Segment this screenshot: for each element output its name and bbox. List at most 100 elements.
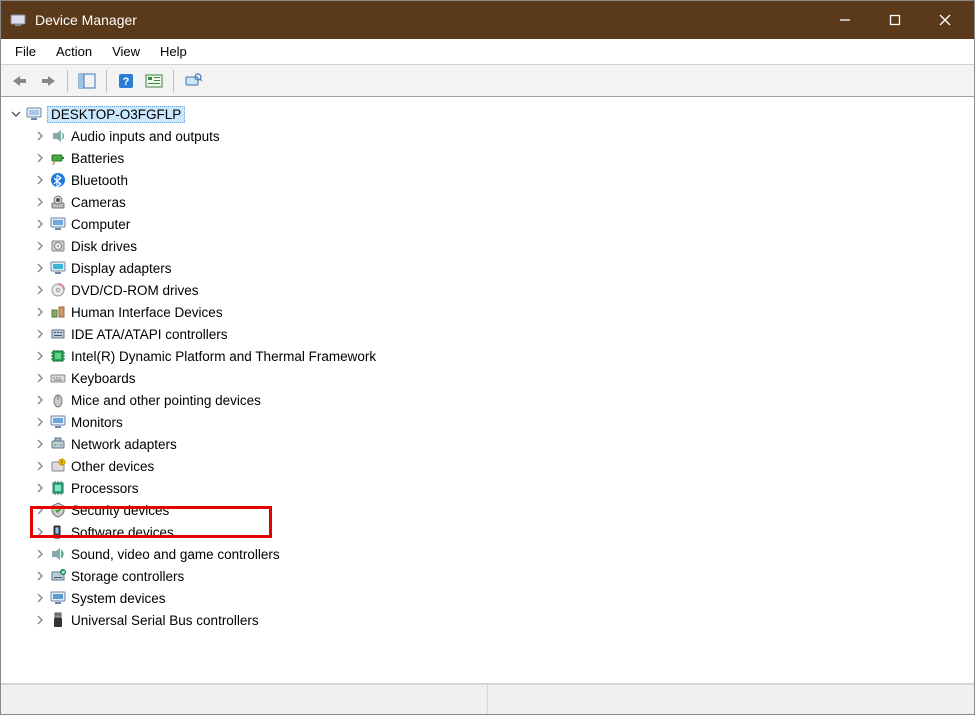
expander-closed-icon[interactable] [33,283,47,297]
security-icon [49,501,67,519]
expander-closed-icon[interactable] [33,173,47,187]
expander-closed-icon[interactable] [33,481,47,495]
forward-arrow-icon [39,74,57,88]
menu-help[interactable]: Help [150,41,197,62]
tree-root-label: DESKTOP-O3FGFLP [47,106,185,123]
expander-closed-icon[interactable] [33,547,47,561]
tree-category-node[interactable]: Storage controllers [29,565,970,587]
tree-category-node[interactable]: IDE ATA/ATAPI controllers [29,323,970,345]
expander-closed-icon[interactable] [33,261,47,275]
expander-closed-icon[interactable] [33,217,47,231]
tree-category-label: Sound, video and game controllers [71,547,280,562]
tree-category-label: Audio inputs and outputs [71,129,220,144]
tree-category-node[interactable]: Network adapters [29,433,970,455]
tree-root-node[interactable]: DESKTOP-O3FGFLP [5,103,970,125]
device-tree[interactable]: DESKTOP-O3FGFLP Audio inputs and outputs… [1,97,974,684]
tree-category-label: Storage controllers [71,569,184,584]
status-panel-left [1,685,488,714]
statusbar [1,684,974,714]
help-icon: ? [118,73,134,89]
expander-closed-icon[interactable] [33,305,47,319]
menu-view[interactable]: View [102,41,150,62]
expander-closed-icon[interactable] [33,613,47,627]
tree-category-label: DVD/CD-ROM drives [71,283,199,298]
titlebar: Device Manager [1,1,974,39]
hid-icon [49,303,67,321]
window-controls [820,1,970,39]
tree-category-node[interactable]: Universal Serial Bus controllers [29,609,970,631]
tree-category-node[interactable]: Display adapters [29,257,970,279]
tree-category-node[interactable]: Security devices [29,499,970,521]
tree-category-label: Batteries [71,151,124,166]
scan-button[interactable] [180,68,206,94]
tree-category-label: Bluetooth [71,173,128,188]
close-button[interactable] [920,1,970,39]
expander-closed-icon[interactable] [33,129,47,143]
tree-category-label: Mice and other pointing devices [71,393,261,408]
computer-icon [25,105,43,123]
tree-category-node[interactable]: Keyboards [29,367,970,389]
expander-closed-icon[interactable] [33,327,47,341]
tree-category-node[interactable]: System devices [29,587,970,609]
chip-icon [49,347,67,365]
keyboard-icon [49,369,67,387]
monitor-icon [49,215,67,233]
window-title: Device Manager [35,12,820,28]
expander-closed-icon[interactable] [33,437,47,451]
minimize-button[interactable] [820,1,870,39]
properties-button[interactable] [141,68,167,94]
usb-icon [49,611,67,629]
tree-category-node[interactable]: Batteries [29,147,970,169]
ide-icon [49,325,67,343]
tree-category-node[interactable]: Computer [29,213,970,235]
maximize-button[interactable] [870,1,920,39]
tree-category-node[interactable]: Human Interface Devices [29,301,970,323]
tree-category-label: Network adapters [71,437,177,452]
menu-file[interactable]: File [5,41,46,62]
disk-icon [49,237,67,255]
expander-open-icon[interactable] [9,107,23,121]
toolbar-separator [173,70,174,92]
expander-closed-icon[interactable] [33,569,47,583]
expander-closed-icon[interactable] [33,239,47,253]
tree-category-node[interactable]: Software devices [29,521,970,543]
other-icon: ! [49,457,67,475]
expander-closed-icon[interactable] [33,195,47,209]
app-icon [9,11,27,29]
tree-category-label: Monitors [71,415,123,430]
expander-closed-icon[interactable] [33,415,47,429]
show-hide-tree-button[interactable] [74,68,100,94]
tree-category-node[interactable]: Cameras [29,191,970,213]
tree-category-label: Security devices [71,503,169,518]
help-button[interactable]: ? [113,68,139,94]
tree-category-node[interactable]: Monitors [29,411,970,433]
tree-category-label: Computer [71,217,130,232]
tree-category-label: Display adapters [71,261,172,276]
tree-category-node[interactable]: DVD/CD-ROM drives [29,279,970,301]
expander-closed-icon[interactable] [33,393,47,407]
expander-closed-icon[interactable] [33,349,47,363]
tree-category-label: Universal Serial Bus controllers [71,613,259,628]
forward-button[interactable] [35,68,61,94]
tree-category-label: Intel(R) Dynamic Platform and Thermal Fr… [71,349,376,364]
expander-closed-icon[interactable] [33,371,47,385]
back-button[interactable] [7,68,33,94]
tree-category-node[interactable]: Bluetooth [29,169,970,191]
display-icon [49,259,67,277]
tree-category-node[interactable]: Intel(R) Dynamic Platform and Thermal Fr… [29,345,970,367]
expander-closed-icon[interactable] [33,503,47,517]
tree-category-node[interactable]: Sound, video and game controllers [29,543,970,565]
expander-closed-icon[interactable] [33,151,47,165]
menu-action[interactable]: Action [46,41,102,62]
expander-closed-icon[interactable] [33,459,47,473]
tree-category-label: Cameras [71,195,126,210]
expander-closed-icon[interactable] [33,525,47,539]
tree-category-node[interactable]: Audio inputs and outputs [29,125,970,147]
expander-closed-icon[interactable] [33,591,47,605]
tree-category-node[interactable]: Mice and other pointing devices [29,389,970,411]
tree-category-node[interactable]: ! Other devices [29,455,970,477]
camera-icon [49,193,67,211]
tree-category-node[interactable]: Processors [29,477,970,499]
tree-category-node[interactable]: Disk drives [29,235,970,257]
mouse-icon [49,391,67,409]
